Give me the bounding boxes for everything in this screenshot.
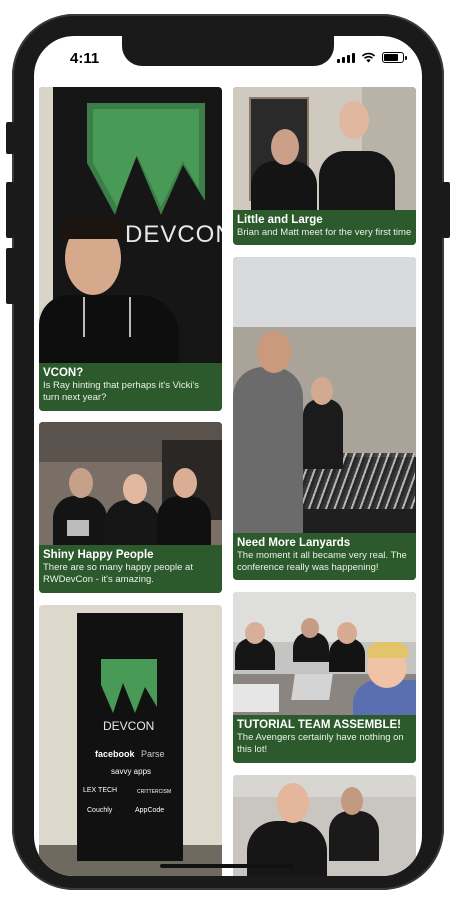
wifi-icon — [361, 52, 376, 63]
person-head — [271, 129, 299, 165]
photo-card[interactable]: Little and Large Brian and Matt meet for… — [233, 87, 416, 245]
card-description: Is Ray hinting that perhaps it's Vicki's… — [43, 380, 200, 403]
signal-icon — [337, 52, 355, 63]
card-photo — [233, 592, 416, 715]
card-title: Little and Large — [237, 214, 323, 226]
battery-fill — [384, 54, 399, 61]
rw-logo — [87, 103, 205, 215]
status-icons — [337, 52, 407, 63]
card-description: The Avengers certainly have nothing on t… — [237, 732, 404, 755]
sponsor-logo: savvy apps — [111, 767, 152, 776]
person — [157, 496, 211, 545]
lanyard — [83, 297, 131, 337]
card-photo: DEVCON facebook Parse savvy apps LEX TEC… — [39, 605, 222, 876]
person-head — [301, 618, 319, 638]
person — [105, 500, 159, 545]
person-head — [245, 622, 265, 644]
notch — [122, 36, 334, 66]
card-title: Need More Lanyards — [237, 537, 351, 549]
sponsor-logo: LEX TECH — [83, 787, 118, 794]
person-head — [277, 783, 309, 823]
photo-card[interactable]: DEVCON facebook Parse savvy apps LEX TEC… — [39, 605, 222, 876]
sponsor-logo: Parse — [141, 749, 165, 759]
photo-card[interactable]: TUTORIAL TEAM ASSEMBLE! The Avengers cer… — [233, 592, 416, 763]
person — [303, 399, 343, 469]
person — [251, 161, 317, 210]
card-caption: Need More Lanyards The moment it all bec… — [233, 533, 416, 580]
card-description: Brian and Matt meet for the very first t… — [237, 227, 412, 238]
person-head — [173, 468, 197, 498]
person-head — [257, 331, 291, 373]
person-head — [341, 787, 363, 815]
person-head — [69, 468, 93, 498]
card-photo — [233, 775, 416, 876]
card-title: TUTORIAL TEAM ASSEMBLE! — [237, 719, 401, 731]
person — [233, 367, 303, 533]
card-title: Shiny Happy People — [43, 549, 154, 561]
battery-icon — [382, 52, 407, 63]
volume-down-button — [6, 248, 14, 304]
photo-card[interactable]: Need More Lanyards The moment it all bec… — [233, 257, 416, 580]
mute-switch — [6, 122, 14, 154]
screen: 4:11 DEVCON VCON? — [34, 36, 422, 876]
laptop — [291, 674, 333, 700]
person — [329, 811, 379, 861]
laptop — [233, 684, 279, 712]
person — [319, 151, 395, 210]
status-time: 4:11 — [70, 50, 100, 67]
sponsor-logo: facebook — [95, 749, 135, 759]
sponsor-logo: Couchly — [87, 807, 113, 814]
sponsor-logo: CRITTERCISM — [137, 789, 172, 795]
volume-up-button — [6, 182, 14, 238]
person-head — [311, 377, 333, 405]
card-title: VCON? — [43, 367, 84, 379]
card-caption: Little and Large Brian and Matt meet for… — [233, 210, 416, 245]
photo-card[interactable]: Shiny Happy People There are so many hap… — [39, 422, 222, 593]
person-hair — [61, 215, 125, 239]
card-caption: Shiny Happy People There are so many hap… — [39, 545, 222, 593]
card-caption: TUTORIAL TEAM ASSEMBLE! The Avengers cer… — [233, 715, 416, 763]
card-photo — [233, 257, 416, 533]
photo-card[interactable]: DEVCON VCON? Is Ray hinting that perhaps… — [39, 87, 222, 411]
card-caption: VCON? Is Ray hinting that perhaps it's V… — [39, 363, 222, 411]
card-description: The moment it all became very real. The … — [237, 550, 407, 573]
rw-logo — [101, 659, 157, 713]
sponsor-logo: AppCode — [135, 807, 165, 814]
card-description: There are so many happy people at RWDevC… — [43, 562, 193, 585]
banner-text: DEVCON — [103, 719, 155, 733]
banner-text: DEVCON — [125, 221, 222, 248]
card-photo — [39, 422, 222, 545]
power-button — [442, 182, 450, 238]
person-head — [337, 622, 357, 644]
person-head — [339, 101, 369, 139]
person-hair — [367, 642, 409, 658]
card-photo — [233, 87, 416, 210]
card-photo: DEVCON — [39, 87, 222, 363]
rollup-banner — [77, 613, 183, 861]
home-indicator[interactable] — [160, 864, 294, 868]
photo-card[interactable] — [233, 775, 416, 876]
person-head — [123, 474, 147, 504]
